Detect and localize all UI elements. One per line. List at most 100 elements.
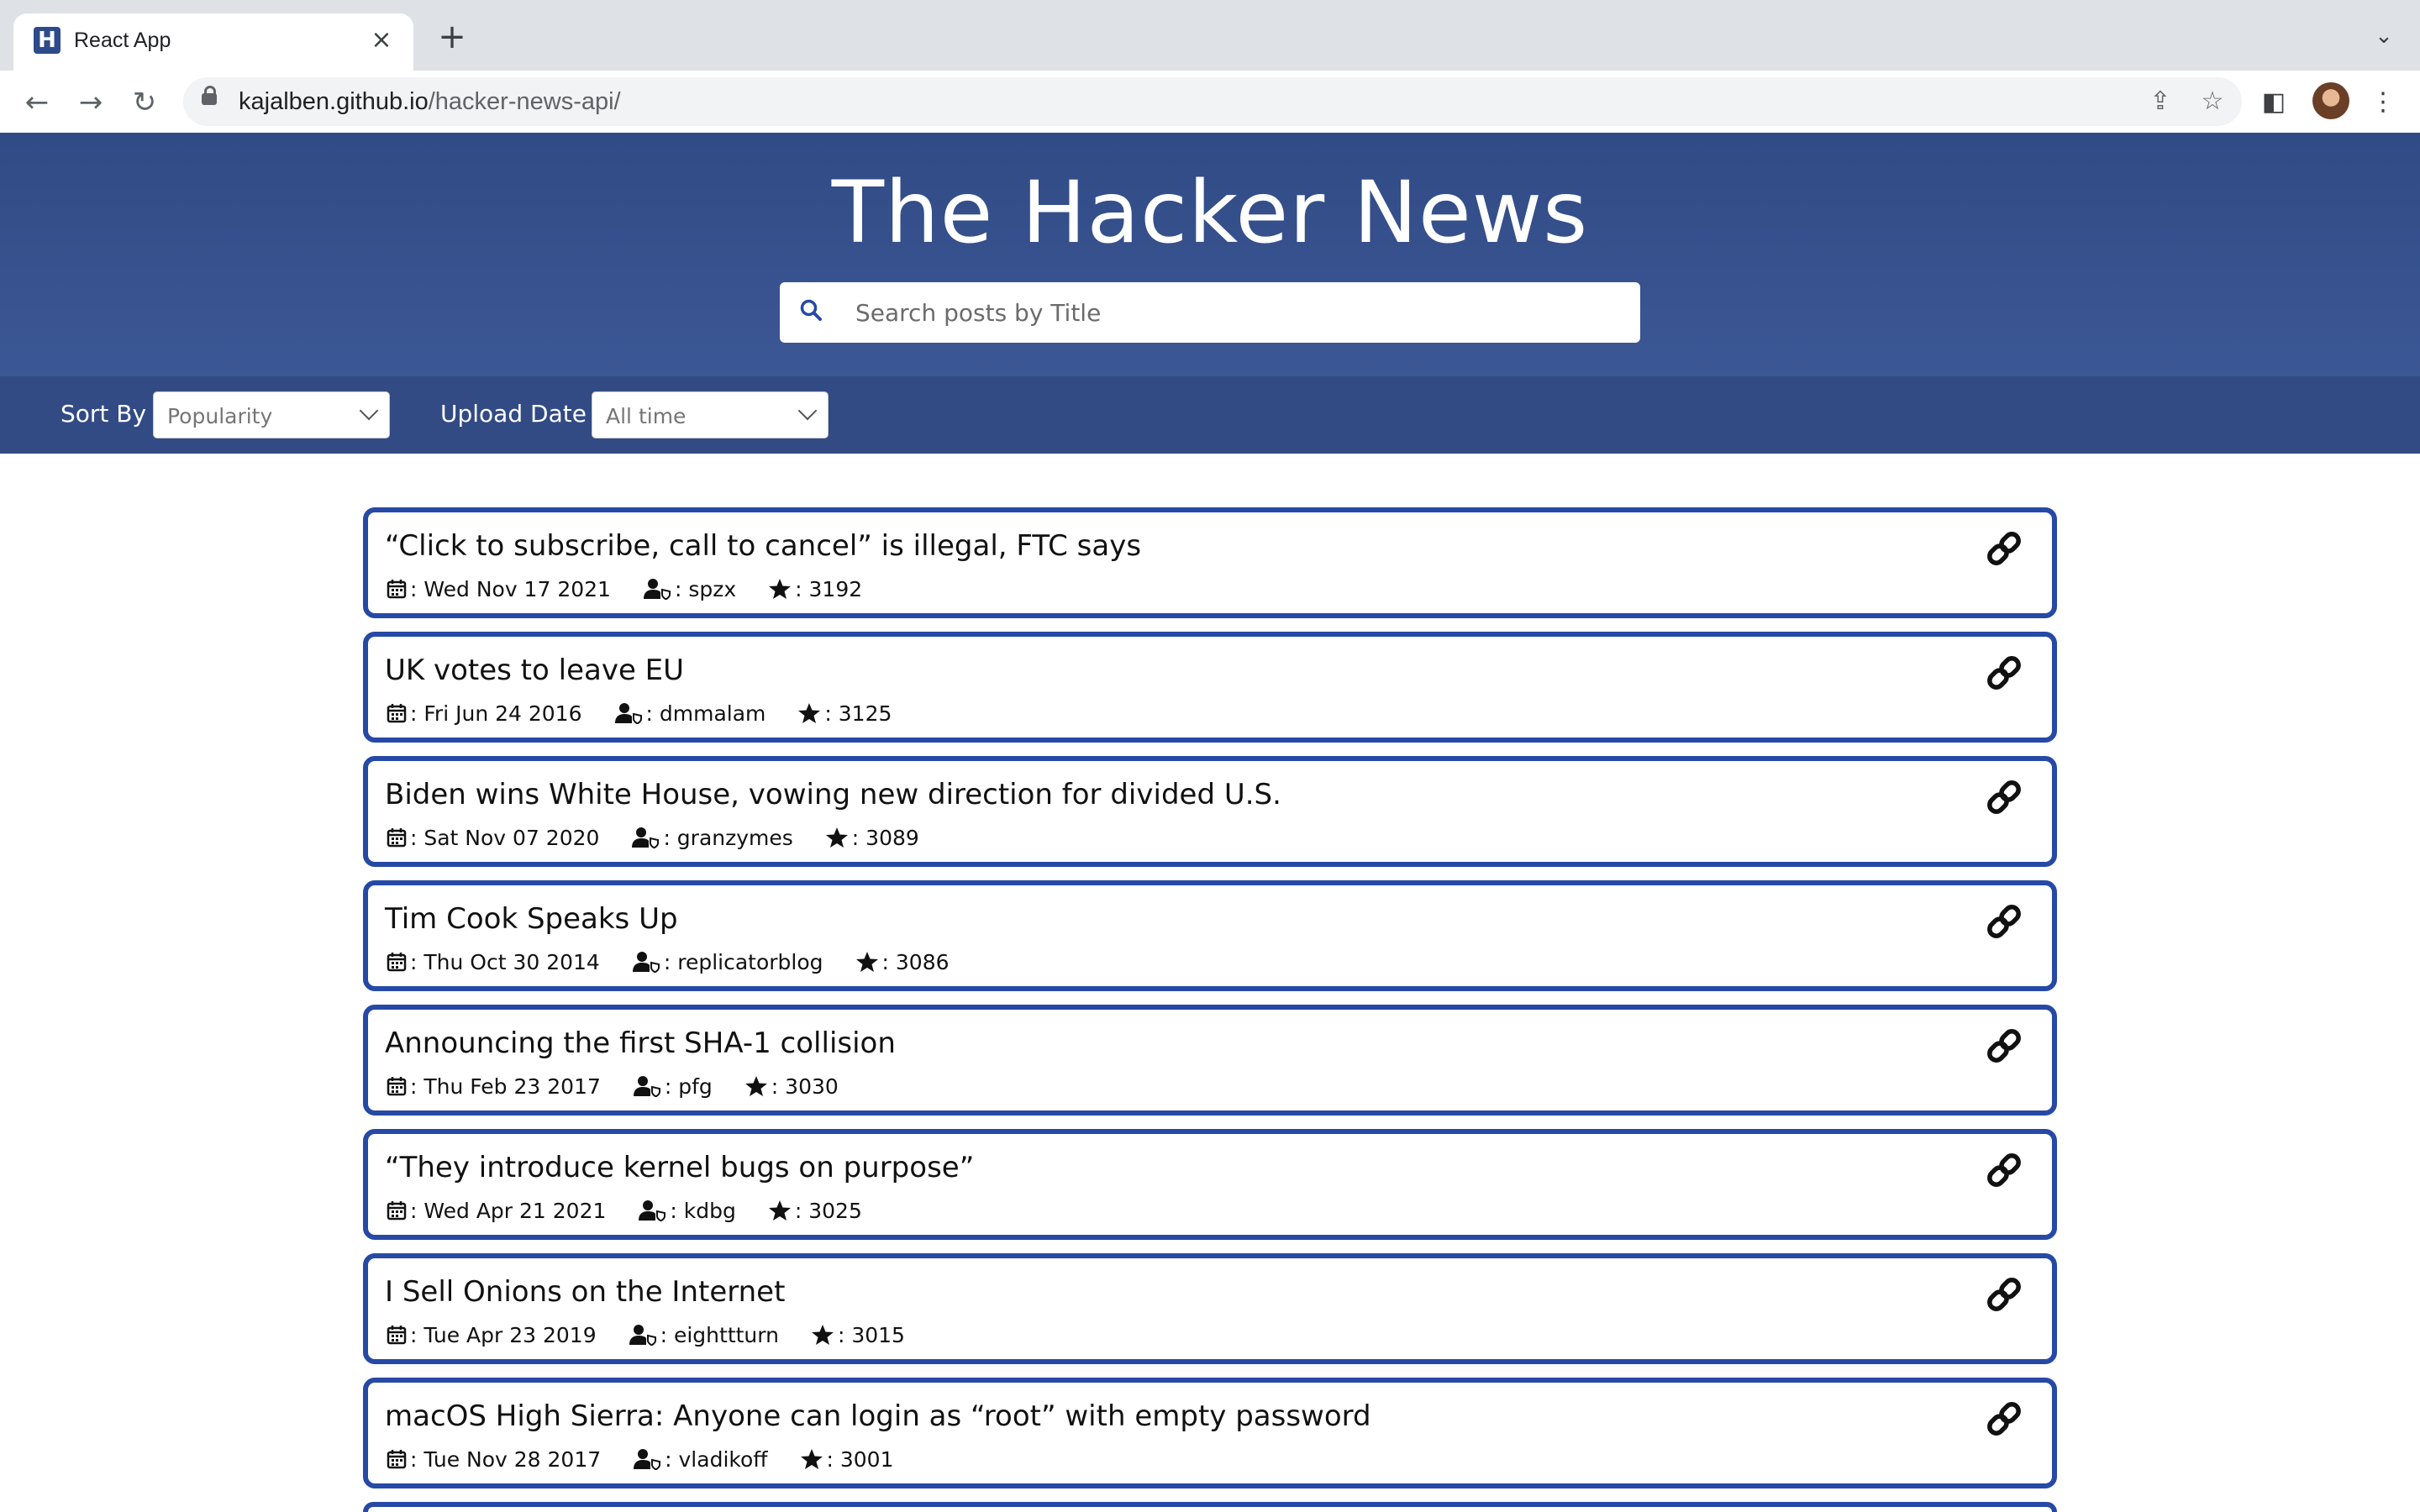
post-meta: : Tue Nov 28 2017 : vladikoff : 3001 (387, 1446, 926, 1472)
post-card: Announcing the first SHA-1 collision : T… (363, 1005, 2057, 1116)
favicon-icon: H (34, 27, 60, 54)
calendar-icon (387, 1450, 407, 1469)
post-date: : Wed Nov 17 2021 (410, 576, 611, 601)
post-points: : 3030 (771, 1074, 839, 1099)
post-meta: : Wed Apr 21 2021 : kdbg : 3025 (387, 1198, 894, 1223)
link-icon[interactable] (1985, 902, 2023, 941)
star-icon[interactable]: ☆ (2196, 86, 2228, 118)
post-card: “They introduce kernel bugs on purpose” … (363, 1129, 2057, 1240)
post-author: : vladikoff (665, 1446, 768, 1472)
post-meta: : Thu Oct 30 2014 : replicatorblog : 308… (387, 949, 981, 974)
post-meta: : Tue Apr 23 2019 : eighttturn : 3015 (387, 1322, 937, 1347)
filter-bar: Sort By Popularity Upload Date All time (0, 376, 2420, 454)
star-icon (798, 703, 821, 723)
post-title: Announcing the first SHA-1 collision (385, 1026, 896, 1060)
post-title: Tim Cook Speaks Up (385, 902, 678, 936)
star-icon (744, 1076, 767, 1096)
search-box[interactable] (780, 282, 1640, 343)
user-shield-icon (634, 1449, 661, 1470)
post-date: : Fri Jun 24 2016 (410, 701, 582, 726)
post-date: : Sat Nov 07 2020 (410, 825, 600, 850)
close-tab-icon[interactable]: × (365, 24, 398, 57)
side-panel-icon[interactable]: ◧ (2255, 84, 2292, 121)
sort-by-label: Sort By (60, 400, 147, 428)
browser-toolbar: ← → ↻ kajalben.github.io/hacker-news-api… (0, 71, 2420, 134)
post-meta: : Sat Nov 07 2020 : granzymes : 3089 (387, 825, 951, 850)
link-icon[interactable] (1985, 1151, 2023, 1189)
user-shield-icon (629, 1325, 656, 1346)
post-card: I Sell Onions on the Internet : Tue Apr … (363, 1253, 2057, 1364)
share-icon[interactable]: ⇪ (2144, 86, 2176, 118)
post-title: I Sell Onions on the Internet (385, 1275, 786, 1309)
user-shield-icon (633, 1076, 660, 1097)
link-icon[interactable] (1985, 1399, 2023, 1438)
post-title: Biden wins White House, vowing new direc… (385, 778, 1281, 811)
post-card: Biden wins White House, vowing new direc… (363, 756, 2057, 867)
post-card: macOS High Sierra: Anyone can login as “… (363, 1378, 2057, 1488)
user-shield-icon (643, 579, 671, 600)
post-card: UK votes to leave EU : Fri Jun 24 2016 :… (363, 632, 2057, 743)
post-card: “Click to subscribe, call to cancel” is … (363, 507, 2057, 618)
address-bar[interactable]: kajalben.github.io/hacker-news-api/ ⇪ ☆ (183, 77, 2242, 126)
post-author: : replicatorblog (663, 949, 823, 974)
post-title: “They introduce kernel bugs on purpose” (385, 1151, 975, 1184)
post-author: : pfg (664, 1074, 713, 1099)
link-icon[interactable] (1985, 1026, 2023, 1065)
search-icon (800, 299, 822, 321)
post-date: : Wed Apr 21 2021 (410, 1198, 607, 1223)
post-meta: : Wed Nov 17 2021 : spzx : 3192 (387, 576, 894, 601)
link-icon[interactable] (1985, 778, 2023, 816)
avatar[interactable] (2312, 82, 2349, 119)
star-icon (769, 579, 792, 599)
chevron-down-icon[interactable]: ⌄ (2371, 24, 2396, 49)
post-date: : Tue Nov 28 2017 (410, 1446, 602, 1472)
user-shield-icon (614, 703, 642, 724)
upload-date-select[interactable]: All time (592, 391, 829, 438)
more-menu-icon[interactable]: ⋮ (2365, 84, 2402, 121)
post-date: : Tue Apr 23 2019 (410, 1322, 597, 1347)
browser-tab[interactable]: H React App × (13, 13, 413, 71)
sort-by-value: Popularity (167, 404, 273, 428)
calendar-icon (387, 828, 407, 848)
upload-date-label: Upload Date (440, 400, 587, 428)
page-title: The Hacker News (831, 163, 1589, 263)
post-author: : spzx (674, 576, 737, 601)
post-points: : 3192 (795, 576, 863, 601)
link-icon[interactable] (1985, 654, 2023, 692)
post-points: : 3089 (851, 825, 919, 850)
back-arrow-icon[interactable]: ← (18, 84, 55, 121)
lock-icon[interactable] (202, 86, 217, 105)
chevron-down-icon (797, 401, 818, 421)
app-header: The Hacker News (0, 133, 2420, 376)
post-title: macOS High Sierra: Anyone can login as “… (385, 1399, 1371, 1433)
post-card: Tim Cook Speaks Up : Thu Oct 30 2014 : r… (363, 880, 2057, 991)
post-title: “Click to subscribe, call to cancel” is … (385, 529, 1142, 563)
forward-arrow-icon[interactable]: → (72, 84, 109, 121)
new-tab-icon[interactable]: + (435, 20, 469, 54)
calendar-icon (387, 1326, 407, 1345)
search-input[interactable] (855, 282, 1620, 343)
post-title: UK votes to leave EU (385, 654, 685, 687)
sort-by-select[interactable]: Popularity (153, 391, 390, 438)
calendar-icon (387, 1077, 407, 1096)
post-author: : kdbg (670, 1198, 736, 1223)
tab-title: React App (74, 29, 171, 52)
star-icon (768, 1200, 791, 1221)
post-points: : 3125 (824, 701, 892, 726)
star-icon (811, 1325, 834, 1345)
reload-icon[interactable]: ↻ (126, 84, 163, 121)
star-icon (855, 952, 878, 972)
post-author: : granzymes (663, 825, 793, 850)
post-date: : Thu Feb 23 2017 (410, 1074, 601, 1099)
post-author: : dmmalam (645, 701, 766, 726)
post-points: : 3001 (826, 1446, 894, 1472)
post-points: : 3086 (881, 949, 950, 974)
calendar-icon (387, 704, 407, 723)
post-points: : 3015 (837, 1322, 905, 1347)
post-meta: : Thu Feb 23 2017 : pfg : 3030 (387, 1074, 871, 1099)
post-author: : eighttturn (660, 1322, 779, 1347)
link-icon[interactable] (1985, 529, 2023, 568)
post-date: : Thu Oct 30 2014 (410, 949, 600, 974)
link-icon[interactable] (1985, 1275, 2023, 1314)
url-text: kajalben.github.io/hacker-news-api/ (239, 88, 621, 115)
